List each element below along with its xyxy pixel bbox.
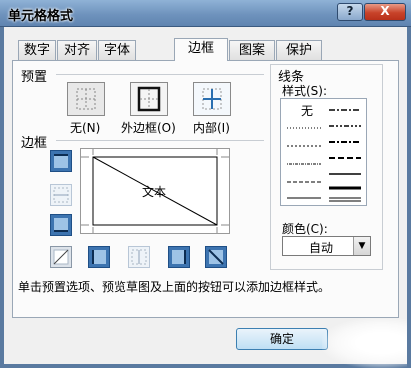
border-bottom-icon (50, 214, 72, 236)
border-bottom-button[interactable] (50, 214, 72, 236)
close-button[interactable]: X (364, 3, 406, 21)
border-inside-vertical-icon (128, 246, 150, 268)
border-inside-horizontal-icon (50, 184, 72, 206)
preset-inside-button[interactable] (193, 82, 231, 116)
preset-none-label: 无(N) (70, 121, 101, 135)
ok-button[interactable]: 确定 (236, 328, 328, 350)
preset-outline-icon (137, 86, 161, 112)
preset-none-icon (76, 88, 96, 110)
border-top-icon (50, 150, 72, 172)
presets-label: 预置 (21, 70, 48, 85)
diagonal-up-icon (50, 246, 72, 268)
line-color-label: 颜色(C): (282, 222, 328, 236)
line-style-label: 样式(S): (282, 84, 328, 98)
tab-alignment[interactable]: 对齐 (57, 40, 97, 60)
tab-font[interactable]: 字体 (98, 40, 136, 60)
preset-outline-button[interactable] (130, 82, 168, 116)
info-text: 单击预置选项、预览草图及上面的按钮可以添加边框样式。 (18, 280, 331, 294)
border-top-button[interactable] (50, 150, 72, 172)
line-color-select[interactable]: 自动 ▼ (282, 236, 371, 256)
border-separator (56, 140, 264, 141)
border-diagonal-up-button[interactable] (50, 246, 72, 268)
chevron-down-icon[interactable]: ▼ (353, 237, 370, 255)
line-style-samples (287, 109, 361, 202)
border-inside-vertical-button[interactable] (128, 246, 150, 268)
window-title: 单元格格式 (8, 9, 74, 24)
glare-overlay (322, 318, 407, 368)
line-style-list[interactable]: 无 (280, 98, 367, 206)
border-diagonal-down-button[interactable] (205, 246, 227, 268)
tab-pattern[interactable]: 图案 (229, 40, 275, 60)
border-right-icon (168, 246, 190, 268)
border-inside-horizontal-button[interactable] (50, 184, 72, 206)
border-left-button[interactable] (88, 246, 110, 268)
tab-protection[interactable]: 保护 (276, 40, 322, 60)
border-label: 边框 (21, 136, 48, 151)
tab-border[interactable]: 边框 (174, 38, 228, 61)
preset-inside-icon (202, 88, 222, 110)
preset-none-button[interactable] (67, 82, 105, 116)
help-button[interactable]: ? (337, 3, 363, 21)
border-right-button[interactable] (168, 246, 190, 268)
diagonal-down-icon (205, 246, 227, 268)
preset-outline-label: 外边框(O) (121, 121, 176, 135)
tab-number[interactable]: 数字 (18, 40, 56, 60)
preview-text: 文本 (142, 185, 167, 199)
presets-separator (56, 74, 264, 75)
line-color-value: 自动 (309, 241, 334, 255)
preset-inside-label: 内部(I) (193, 121, 230, 135)
border-left-icon (88, 246, 110, 268)
